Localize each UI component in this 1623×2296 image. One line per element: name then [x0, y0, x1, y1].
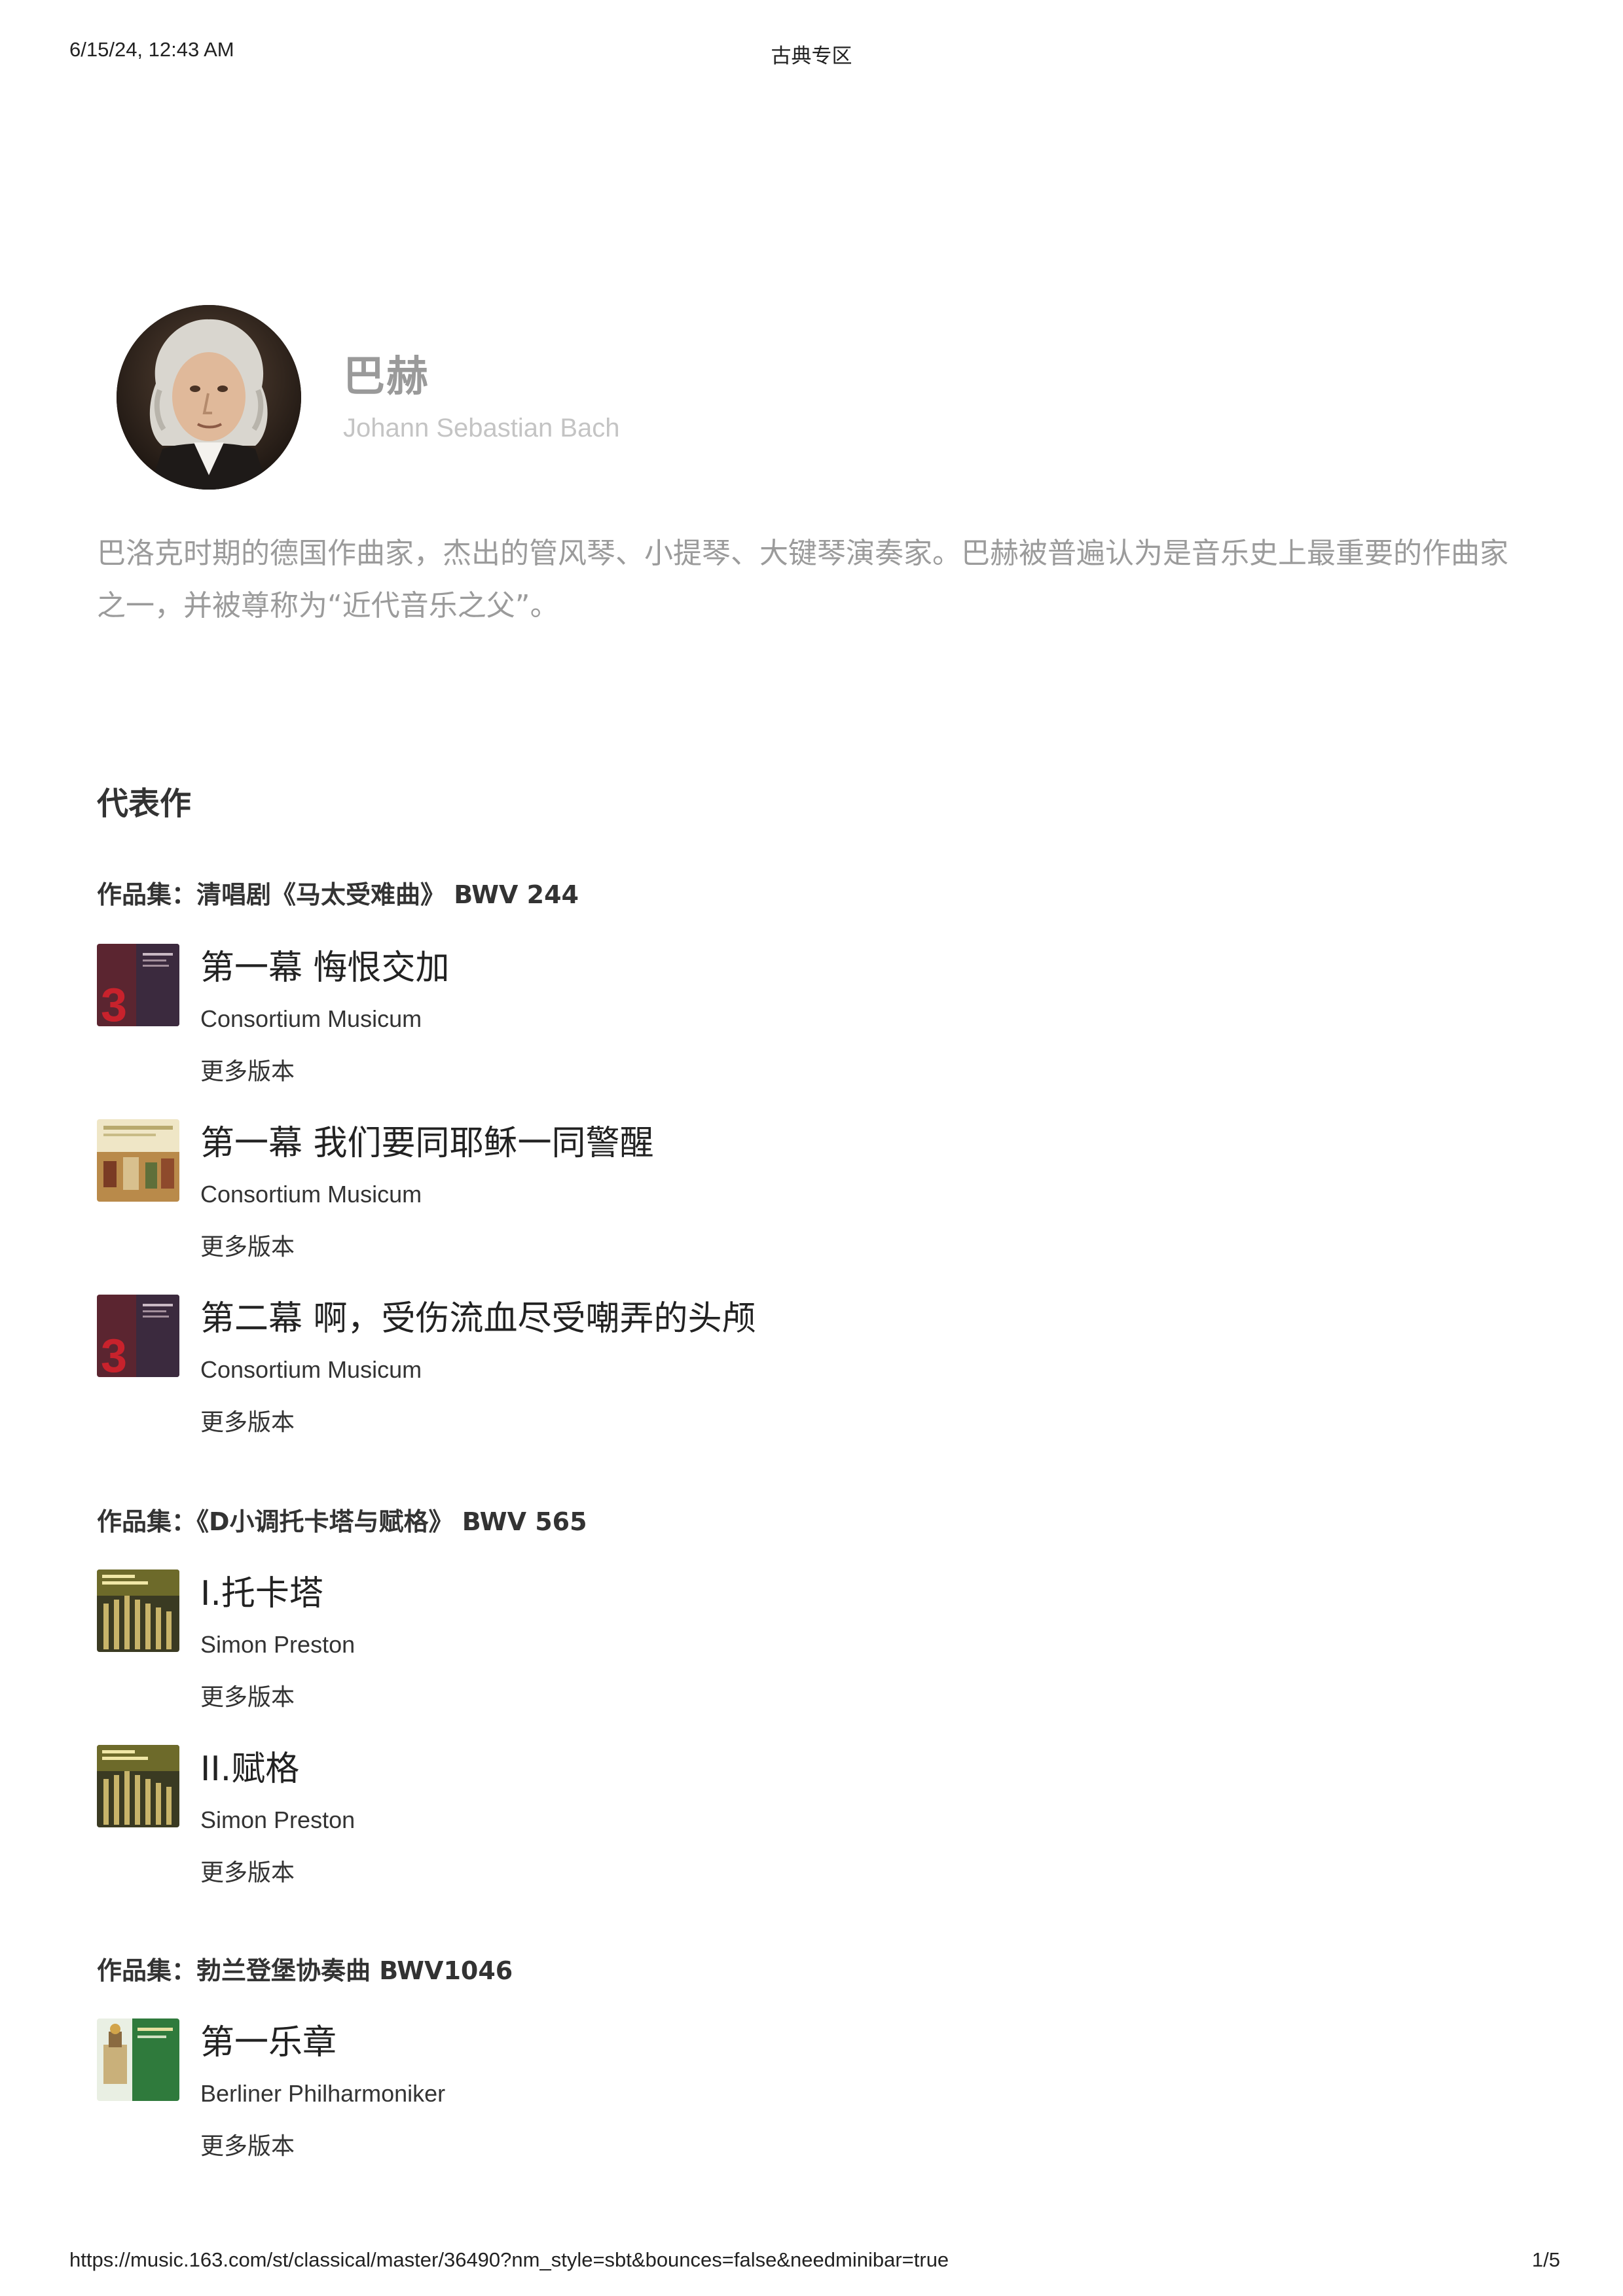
print-footer: https://music.163.com/st/classical/maste…	[0, 2248, 1623, 2281]
track-title[interactable]: I.托卡塔	[200, 1566, 323, 1615]
track-item[interactable]: I.托卡塔 Simon Preston 更多版本	[97, 1566, 1406, 1723]
representative-works-title: 代表作	[97, 785, 192, 822]
track-artist[interactable]: Consortium Musicum	[200, 1181, 422, 1208]
track-artist[interactable]: Consortium Musicum	[200, 1356, 422, 1384]
artist-english-name: Johann Sebastian Bach	[343, 414, 620, 442]
collection-heading[interactable]: 作品集：勃兰登堡协奏曲 BWV1046	[97, 1950, 513, 1986]
track-item[interactable]: II.赋格 Simon Preston 更多版本	[97, 1741, 1406, 1898]
album-cover-icon[interactable]	[97, 2018, 179, 2101]
print-page-number: 1/5	[1531, 2248, 1560, 2271]
collection-heading[interactable]: 作品集：清唱剧《马太受难曲》 BWV 244	[97, 874, 579, 910]
artist-name: 巴赫	[343, 353, 429, 401]
track-title[interactable]: II.赋格	[200, 1741, 299, 1790]
artist-description: 巴洛克时期的德国作曲家，杰出的管风琴、小提琴、大键琴演奏家。巴赫被普遍认为是音乐…	[97, 537, 1508, 622]
album-cover-icon[interactable]	[97, 1745, 179, 1827]
album-cover-icon[interactable]	[97, 1570, 179, 1652]
more-versions-link[interactable]: 更多版本	[200, 2127, 295, 2161]
track-item[interactable]: 3 第二幕 啊，受伤流血尽受嘲弄的头颅 Consortium Musicum 更…	[97, 1291, 1406, 1448]
track-title[interactable]: 第一幕 我们要同耶稣一同警醒	[200, 1115, 654, 1164]
more-versions-link[interactable]: 更多版本	[200, 1052, 295, 1086]
collection-heading[interactable]: 作品集：《D小调托卡塔与赋格》 BWV 565	[97, 1501, 587, 1537]
artist-header: 巴赫 Johann Sebastian Bach	[117, 305, 902, 495]
track-title[interactable]: 第一幕 悔恨交加	[200, 940, 450, 989]
album-cover-icon[interactable]	[97, 1119, 179, 1202]
album-cover-icon[interactable]: 3	[97, 944, 179, 1026]
track-item[interactable]: 第一乐章 Berliner Philharmoniker 更多版本	[97, 2015, 1406, 2172]
artist-avatar	[117, 305, 301, 490]
more-versions-link[interactable]: 更多版本	[200, 1403, 295, 1437]
more-versions-link[interactable]: 更多版本	[200, 1678, 295, 1712]
svg-text:3: 3	[101, 979, 127, 1026]
track-artist[interactable]: Simon Preston	[200, 1631, 355, 1659]
svg-text:3: 3	[101, 1330, 127, 1377]
print-url: https://music.163.com/st/classical/maste…	[69, 2248, 949, 2271]
track-artist[interactable]: Berliner Philharmoniker	[200, 2080, 445, 2108]
track-title[interactable]: 第二幕 啊，受伤流血尽受嘲弄的头颅	[200, 1291, 756, 1340]
track-item[interactable]: 第一幕 我们要同耶稣一同警醒 Consortium Musicum 更多版本	[97, 1115, 1406, 1272]
print-header: 6/15/24, 12:43 AM 古典专区	[0, 38, 1623, 71]
more-versions-link[interactable]: 更多版本	[200, 1228, 295, 1262]
more-versions-link[interactable]: 更多版本	[200, 1854, 295, 1888]
album-cover-icon[interactable]: 3	[97, 1295, 179, 1377]
track-title[interactable]: 第一乐章	[200, 2015, 337, 2064]
track-artist[interactable]: Consortium Musicum	[200, 1005, 422, 1033]
print-page-title: 古典专区	[771, 45, 852, 68]
portrait-icon	[117, 305, 301, 490]
track-item[interactable]: 3 第一幕 悔恨交加 Consortium Musicum 更多版本	[97, 940, 1406, 1097]
track-artist[interactable]: Simon Preston	[200, 1806, 355, 1834]
